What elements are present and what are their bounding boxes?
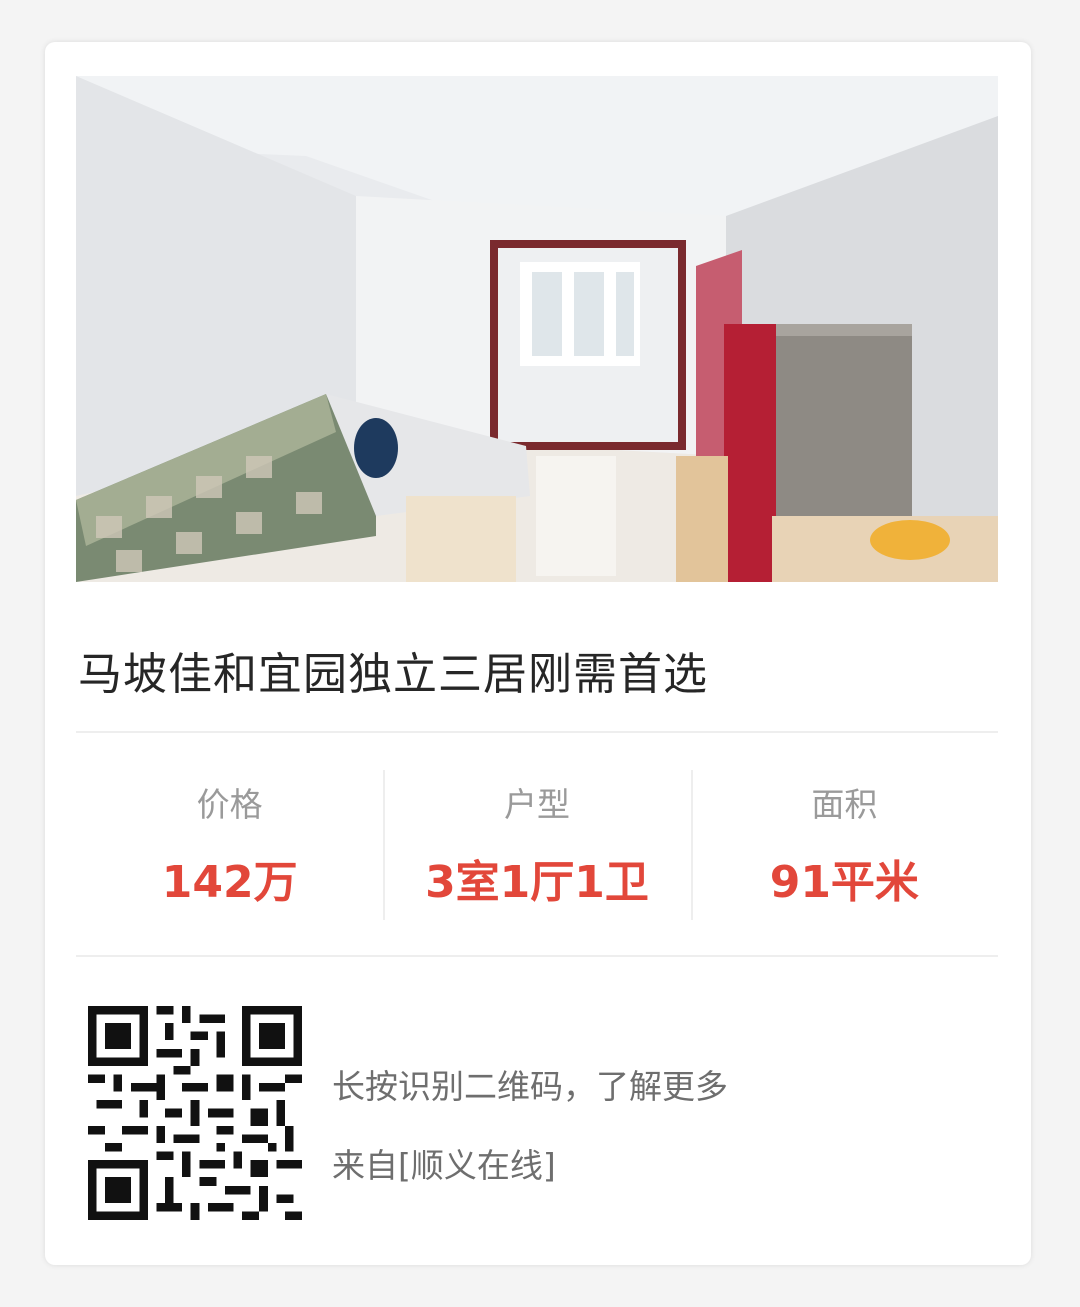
stat-price: 价格 142万: [76, 768, 383, 918]
listing-stats: 价格 142万 户型 3室1厅1卫 面积 91平米: [76, 768, 998, 920]
listing-card[interactable]: 马坡佳和宜园独立三居刚需首选 价格 142万 户型 3室1厅1卫 面积 91平米: [45, 42, 1031, 1265]
listing-photo[interactable]: [76, 76, 998, 582]
qr-code-icon[interactable]: [88, 1006, 302, 1220]
stat-value: 91平米: [769, 857, 919, 908]
stat-label: 价格: [196, 785, 263, 824]
apartment-living-room-photo: [76, 76, 998, 582]
divider-top: [76, 731, 998, 733]
stat-value: 142万: [161, 857, 298, 908]
stat-layout: 户型 3室1厅1卫: [383, 768, 690, 920]
source-label: 来自[顺义在线]: [332, 1146, 556, 1185]
stat-value: 3室1厅1卫: [425, 857, 649, 908]
divider-bottom: [76, 955, 998, 957]
stat-label: 面积: [811, 785, 878, 824]
stat-area: 面积 91平米: [690, 768, 998, 920]
listing-title: 马坡佳和宜园独立三居刚需首选: [78, 649, 708, 700]
qr-scan-hint: 长按识别二维码，了解更多: [332, 1067, 728, 1106]
stat-label: 户型: [503, 785, 570, 824]
